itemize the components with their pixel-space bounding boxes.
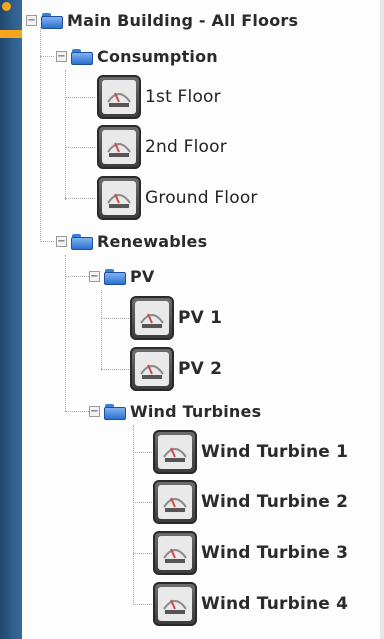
status-dot — [2, 2, 11, 11]
tree-node-label: Wind Turbine 3 — [201, 543, 349, 563]
tree-node-label: Ground Floor — [145, 188, 258, 208]
meter-device-icon — [153, 430, 197, 474]
tree-node-label: Wind Turbines — [130, 402, 262, 421]
folder-icon — [41, 12, 63, 29]
collapse-icon[interactable]: − — [89, 271, 100, 282]
tree-node-label: Wind Turbine 4 — [201, 594, 349, 614]
tree-node-label: Renewables — [97, 232, 208, 251]
meter-device-icon — [97, 125, 141, 169]
folder-icon — [71, 48, 93, 65]
meter-device-icon — [97, 75, 141, 119]
collapse-icon[interactable]: − — [56, 236, 67, 247]
tree-node-wind-turbine-1[interactable]: Wind Turbine 1 — [153, 430, 348, 474]
meter-device-icon — [153, 480, 197, 524]
tree-node-1st-floor[interactable]: 1st Floor — [97, 75, 221, 119]
tree-node-label: Consumption — [97, 47, 218, 66]
tree-node-wind-turbine-4[interactable]: Wind Turbine 4 — [153, 582, 348, 626]
tree-node-wind-turbine-3[interactable]: Wind Turbine 3 — [153, 531, 348, 575]
tree-node-label: 1st Floor — [145, 87, 221, 107]
tree-node-pv-2[interactable]: PV 2 — [130, 347, 222, 391]
meter-device-icon — [153, 582, 197, 626]
meter-device-icon — [130, 347, 174, 391]
folder-icon — [71, 233, 93, 250]
accent-band — [0, 30, 22, 38]
tree-node-pv[interactable]: − PV — [89, 267, 155, 286]
tree-node-label: PV — [130, 267, 155, 286]
collapse-icon[interactable]: − — [26, 15, 37, 26]
tree-view: − Main Building - All Floors − Consumpti… — [22, 0, 380, 639]
tree-node-2nd-floor[interactable]: 2nd Floor — [97, 125, 227, 169]
tree-node-renewables[interactable]: − Renewables — [56, 232, 207, 251]
collapse-icon[interactable]: − — [56, 51, 67, 62]
left-panel-strip — [0, 0, 22, 639]
tree-node-label: PV 1 — [178, 308, 223, 328]
tree-node-ground-floor[interactable]: Ground Floor — [97, 176, 258, 220]
folder-icon — [104, 268, 126, 285]
tree-node-label: Wind Turbine 2 — [201, 492, 349, 512]
collapse-icon[interactable]: − — [89, 406, 100, 417]
folder-icon — [104, 403, 126, 420]
scrollbar-track[interactable] — [380, 0, 384, 639]
tree-node-label: Main Building - All Floors — [67, 11, 299, 30]
tree-node-label: PV 2 — [178, 359, 223, 379]
meter-device-icon — [97, 176, 141, 220]
tree-node-root[interactable]: − Main Building - All Floors — [26, 11, 298, 30]
tree-node-wind-turbines[interactable]: − Wind Turbines — [89, 402, 261, 421]
tree-node-wind-turbine-2[interactable]: Wind Turbine 2 — [153, 480, 348, 524]
meter-device-icon — [153, 531, 197, 575]
tree-node-pv-1[interactable]: PV 1 — [130, 296, 222, 340]
tree-node-consumption[interactable]: − Consumption — [56, 47, 218, 66]
meter-device-icon — [130, 296, 174, 340]
tree-node-label: 2nd Floor — [145, 137, 227, 157]
tree-node-label: Wind Turbine 1 — [201, 442, 349, 462]
